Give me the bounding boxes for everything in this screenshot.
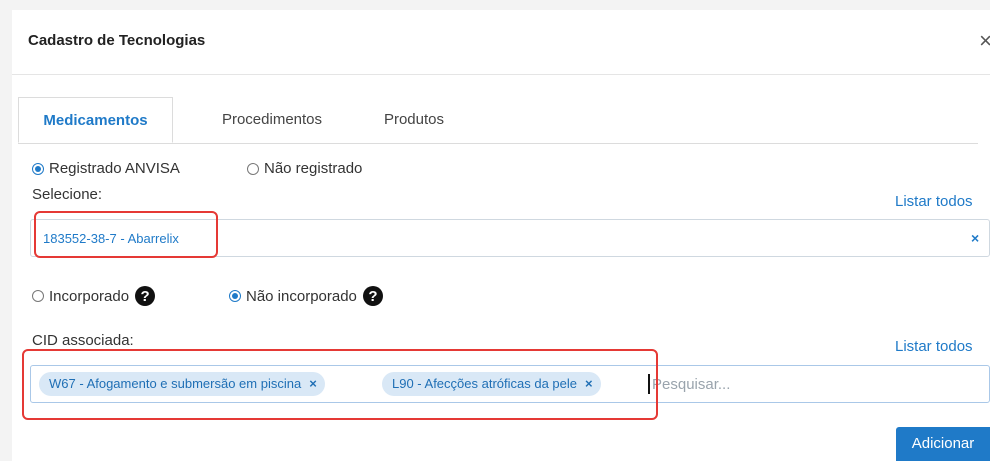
list-all-medications-link[interactable]: Listar todos (895, 193, 973, 210)
radio-unselected-icon (32, 290, 44, 302)
radio-label: Não incorporado (246, 287, 357, 305)
radio-incorporado[interactable]: Incorporado ? (32, 286, 156, 306)
highlight-box-medication (34, 211, 218, 258)
tab-procedimentos[interactable]: Procedimentos (190, 97, 354, 143)
help-icon[interactable]: ? (362, 286, 383, 306)
technology-tabs: Medicamentos Procedimentos Produtos (18, 97, 978, 144)
tab-medicamentos[interactable]: Medicamentos (18, 97, 173, 143)
radio-selected-icon (32, 162, 44, 175)
highlight-box-cid (22, 349, 658, 420)
radio-nao-incorporado[interactable]: Não incorporado ? (229, 286, 383, 306)
tab-produtos[interactable]: Produtos (358, 97, 470, 143)
add-button[interactable]: Adicionar (896, 427, 990, 461)
list-all-cid-link[interactable]: Listar todos (895, 338, 973, 355)
cid-label: CID associada: (32, 332, 134, 349)
clear-selection-icon[interactable]: × (971, 230, 979, 246)
close-icon[interactable]: × (979, 28, 990, 54)
modal-title: Cadastro de Tecnologias (28, 32, 206, 49)
radio-nao-registrado[interactable]: Não registrado (247, 160, 362, 177)
radio-registrado-anvisa[interactable]: Registrado ANVISA (32, 160, 180, 177)
select-label: Selecione: (32, 186, 103, 203)
radio-label: Não registrado (264, 160, 363, 177)
modal-header: Cadastro de Tecnologias × (12, 10, 990, 75)
radio-label: Incorporado (49, 287, 130, 305)
radio-unselected-icon (247, 162, 259, 175)
radio-selected-icon (229, 290, 241, 302)
radio-label: Registrado ANVISA (49, 160, 180, 177)
cid-search-input[interactable] (652, 373, 972, 395)
help-icon[interactable]: ? (135, 286, 156, 306)
